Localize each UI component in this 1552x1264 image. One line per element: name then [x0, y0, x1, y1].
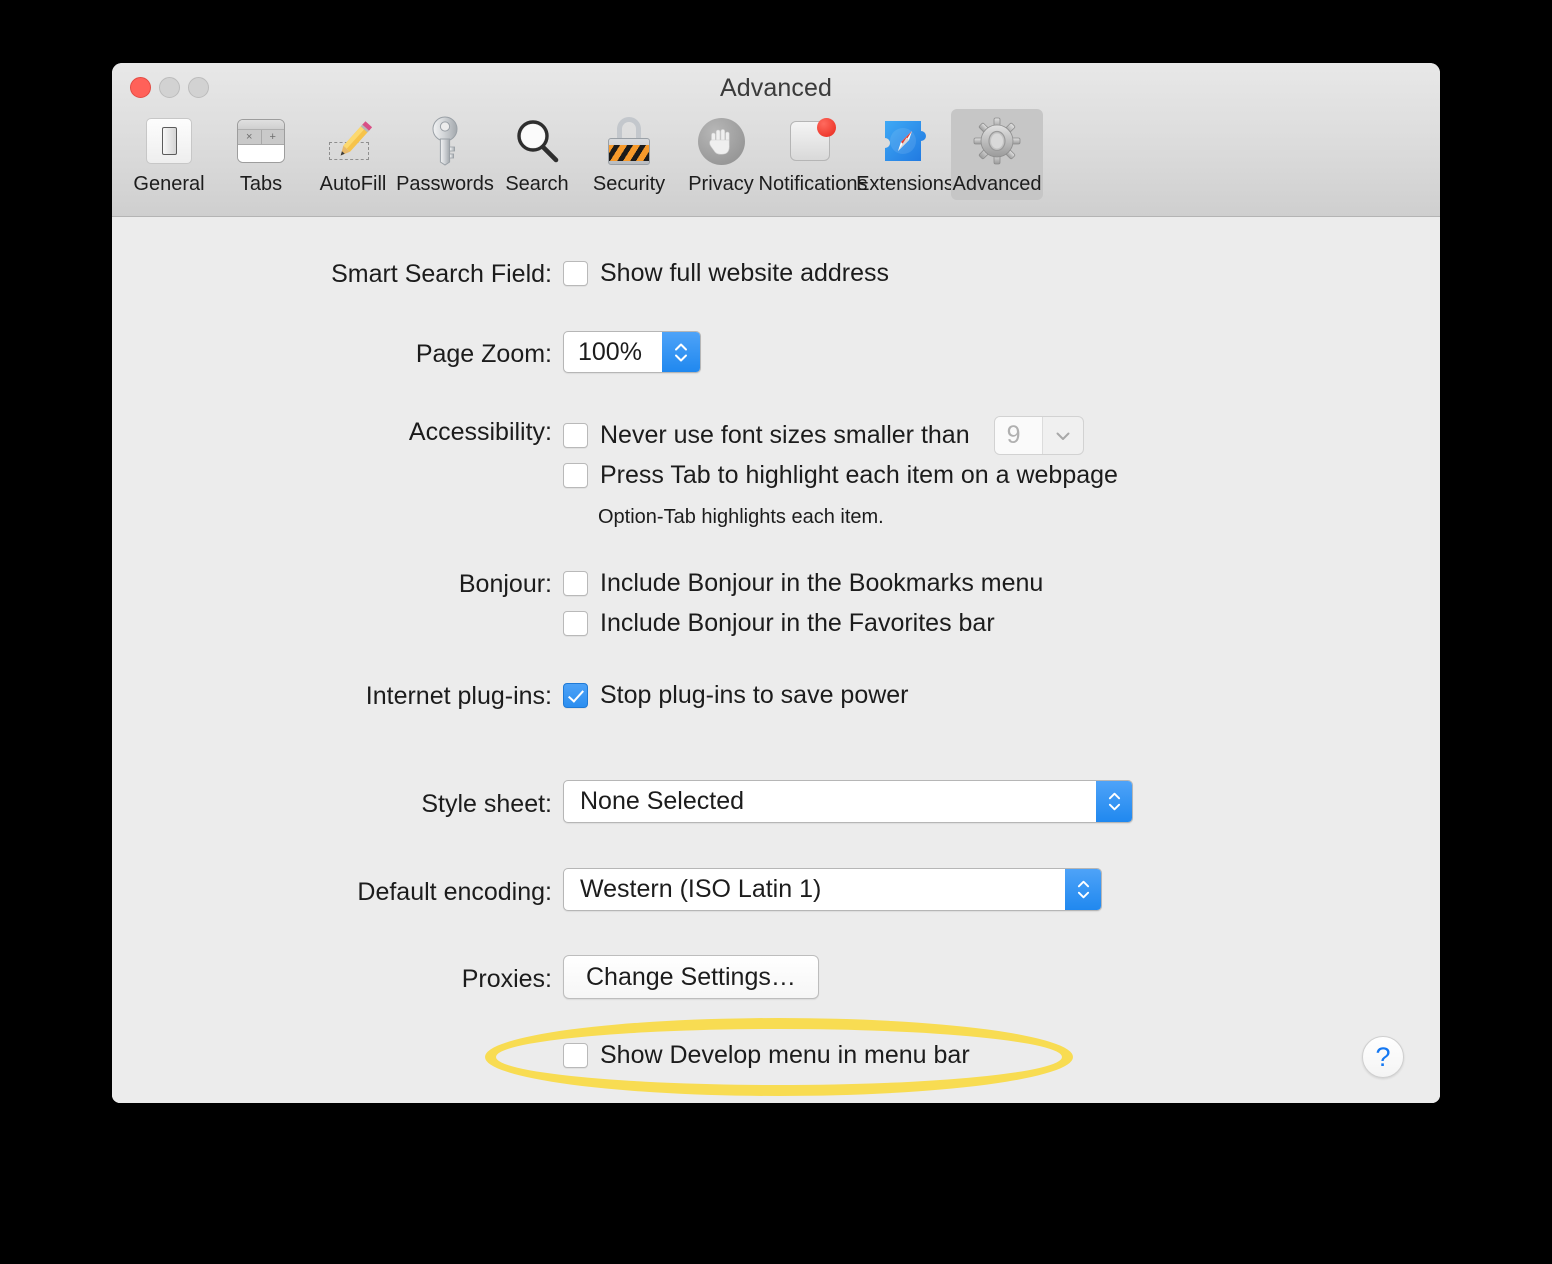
chevron-up-icon — [674, 343, 688, 351]
magnifier-icon — [511, 115, 563, 167]
hand-icon — [695, 115, 747, 167]
toolbar-item-tabs[interactable]: × + Tabs — [215, 109, 307, 200]
accessibility-label: Accessibility: — [112, 418, 552, 447]
tabs-icon-close-glyph: × — [238, 130, 262, 144]
never-use-small-fonts-label: Never use font sizes smaller than — [600, 421, 970, 450]
toolbar-label-tabs: Tabs — [240, 173, 282, 196]
chevron-down-icon — [674, 354, 688, 362]
bonjour-favorites-label: Include Bonjour in the Favorites bar — [600, 609, 995, 638]
bonjour-bookmarks-checkbox[interactable] — [563, 571, 588, 596]
default-encoding-label: Default encoding: — [112, 878, 552, 907]
chevron-up-icon — [1108, 792, 1121, 800]
autofill-pencil-icon — [327, 115, 379, 167]
toolbar-label-autofill: AutoFill — [320, 173, 387, 196]
toolbar-item-advanced[interactable]: Advanced — [951, 109, 1043, 200]
press-tab-highlight-checkbox[interactable] — [563, 463, 588, 488]
default-encoding-value: Western (ISO Latin 1) — [564, 869, 1065, 910]
chevron-down-icon[interactable] — [1043, 417, 1083, 454]
toolbar-label-privacy: Privacy — [688, 173, 754, 196]
bonjour-bookmarks-label: Include Bonjour in the Bookmarks menu — [600, 569, 1043, 598]
toolbar-item-notifications[interactable]: Notifications — [767, 109, 859, 200]
page-zoom-stepper[interactable]: 100% — [563, 331, 701, 373]
style-sheet-popup-arrows[interactable] — [1096, 781, 1132, 822]
smart-search-label: Smart Search Field: — [112, 260, 552, 289]
change-settings-button[interactable]: Change Settings… — [563, 955, 819, 999]
gear-icon — [971, 115, 1023, 167]
toolbar-item-extensions[interactable]: Extensions — [859, 109, 951, 200]
bonjour-favorites-row: Include Bonjour in the Favorites bar — [563, 609, 995, 638]
show-develop-menu-checkbox[interactable] — [563, 1043, 588, 1068]
bonjour-favorites-checkbox[interactable] — [563, 611, 588, 636]
toolbar-item-passwords[interactable]: Passwords — [399, 109, 491, 200]
toolbar-item-autofill[interactable]: AutoFill — [307, 109, 399, 200]
show-full-address-checkbox[interactable] — [563, 261, 588, 286]
window-chrome: Advanced General × + — [112, 63, 1440, 217]
chevron-up-icon — [1077, 880, 1090, 888]
bonjour-bookmarks-row: Include Bonjour in the Bookmarks menu — [563, 569, 1043, 598]
page-zoom-stepper-arrows[interactable] — [662, 332, 700, 372]
key-icon — [419, 115, 471, 167]
lock-icon — [603, 115, 655, 167]
develop-menu-row: Show Develop menu in menu bar — [563, 1041, 970, 1070]
toolbar-item-privacy[interactable]: Privacy — [675, 109, 767, 200]
smart-search-row: Show full website address — [563, 259, 889, 288]
show-develop-menu-label: Show Develop menu in menu bar — [600, 1041, 970, 1070]
toolbar-label-search: Search — [505, 173, 568, 196]
min-font-size-row: Never use font sizes smaller than 9 — [563, 416, 1084, 455]
page-zoom-value: 100% — [564, 332, 662, 372]
stop-plugins-label: Stop plug-ins to save power — [600, 681, 909, 710]
internet-plugins-label: Internet plug-ins: — [112, 682, 552, 711]
advanced-settings-pane: Smart Search Field: Show full website ad… — [112, 217, 1440, 1103]
press-tab-highlight-label: Press Tab to highlight each item on a we… — [600, 461, 1118, 490]
bonjour-label: Bonjour: — [112, 570, 552, 599]
min-font-size-combo[interactable]: 9 — [994, 416, 1084, 455]
tabs-icon: × + — [235, 115, 287, 167]
default-encoding-popup[interactable]: Western (ISO Latin 1) — [563, 868, 1102, 911]
preferences-toolbar: General × + Tabs — [123, 109, 1043, 200]
style-sheet-popup[interactable]: None Selected — [563, 780, 1133, 823]
chevron-down-icon — [1077, 891, 1090, 899]
style-sheet-label: Style sheet: — [112, 790, 552, 819]
toolbar-label-notifications: Notifications — [759, 173, 868, 196]
notification-badge-icon — [787, 115, 839, 167]
style-sheet-value: None Selected — [564, 781, 1096, 822]
accessibility-hint: Option-Tab highlights each item. — [598, 506, 884, 529]
proxies-label: Proxies: — [112, 965, 552, 994]
toolbar-item-search[interactable]: Search — [491, 109, 583, 200]
toolbar-label-passwords: Passwords — [396, 173, 494, 196]
tabs-icon-add-glyph: + — [262, 130, 285, 144]
toolbar-item-general[interactable]: General — [123, 109, 215, 200]
stop-plugins-row: Stop plug-ins to save power — [563, 681, 909, 710]
window-title: Advanced — [112, 74, 1440, 103]
general-icon — [143, 115, 195, 167]
toolbar-label-general: General — [133, 173, 204, 196]
show-full-address-label: Show full website address — [600, 259, 889, 288]
toolbar-label-extensions: Extensions — [856, 173, 954, 196]
chevron-down-icon — [1108, 803, 1121, 811]
default-encoding-popup-arrows[interactable] — [1065, 869, 1101, 910]
puzzle-compass-icon — [879, 115, 931, 167]
min-font-size-value: 9 — [995, 417, 1043, 454]
toolbar-item-security[interactable]: Security — [583, 109, 675, 200]
stop-plugins-checkbox[interactable] — [563, 683, 588, 708]
toolbar-label-advanced: Advanced — [953, 173, 1042, 196]
tab-highlight-row: Press Tab to highlight each item on a we… — [563, 461, 1118, 490]
preferences-window: Advanced General × + — [112, 63, 1440, 1103]
page-zoom-label: Page Zoom: — [112, 340, 552, 369]
never-use-small-fonts-checkbox[interactable] — [563, 423, 588, 448]
toolbar-label-security: Security — [593, 173, 665, 196]
help-button[interactable]: ? — [1362, 1036, 1404, 1078]
